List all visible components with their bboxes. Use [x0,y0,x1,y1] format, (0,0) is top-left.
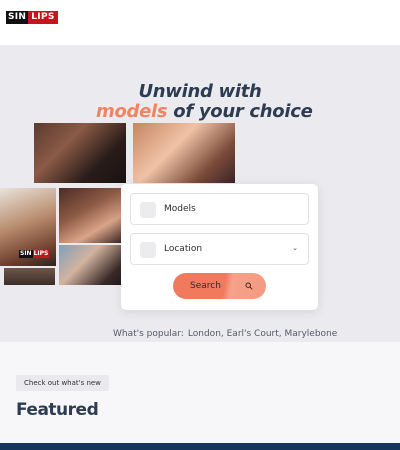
models-label: Models [164,204,196,214]
watermark-text-sin: SIN [19,250,33,258]
popular-label: What's popular: [113,329,184,339]
hero-headline-line1: Unwind with [138,81,262,102]
models-checkbox[interactable] [140,202,156,218]
model-photo[interactable] [34,123,126,183]
site-logo[interactable]: SIN LIPS [6,11,58,24]
hero-headline-accent: models [96,101,168,122]
location-select[interactable]: Location ⌄ [130,233,309,265]
photo-watermark-logo: SIN LIPS [19,250,50,258]
models-select[interactable]: Models [130,193,309,225]
chevron-down-icon: ⌄ [292,245,298,252]
popular-links[interactable]: London, Earl's Court, Marylebone [188,329,337,339]
site-header: SIN LIPS [0,0,400,46]
hero-headline-line2: models of your choice [0,101,400,122]
search-button-label: Search [190,281,221,291]
location-checkbox[interactable] [140,242,156,258]
whats-new-chip[interactable]: Check out what's new [16,375,109,391]
model-photo[interactable] [133,123,235,183]
featured-section: Check out what's new Featured [0,342,400,443]
footer-bar [0,443,400,450]
logo-text-sin: SIN [6,11,29,24]
popular-searches: What's popular: London, Earl's Court, Mar… [113,329,337,339]
model-photo[interactable] [59,188,122,243]
search-card: Models Location ⌄ Search [121,184,318,310]
hero-section: Unwind with models of your choice SIN LI… [0,46,400,342]
featured-title: Featured [16,400,99,420]
model-photo[interactable] [4,268,55,285]
location-label: Location [164,244,203,254]
model-photo[interactable] [59,245,122,285]
hero-headline-rest: of your choice [167,101,313,122]
search-button[interactable]: Search [173,273,266,299]
logo-text-lips: LIPS [28,11,58,24]
search-icon [245,282,253,290]
watermark-text-lips: LIPS [32,250,50,258]
